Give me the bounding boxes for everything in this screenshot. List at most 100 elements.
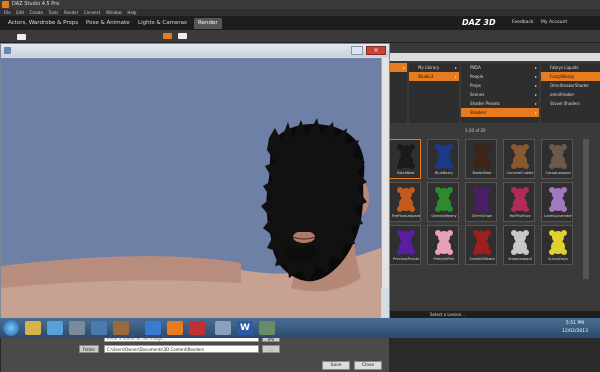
close-button[interactable]: Close [354, 361, 382, 370]
shader-tile-label: CaramelCuddle [506, 171, 534, 175]
list-item-omnifreaker[interactable]: omnifreaker [541, 90, 600, 99]
daz-taskbar-icon[interactable] [167, 321, 183, 335]
ie-icon[interactable] [145, 321, 161, 335]
list-item-pbda[interactable]: PBDA ▸ [461, 63, 539, 72]
list-item-people[interactable]: People ▸ [461, 72, 539, 81]
window-thumb-icon[interactable] [215, 321, 231, 335]
shader-tile-label: SunnyDays [548, 257, 568, 261]
library-scrollbar[interactable] [583, 139, 589, 279]
shader-tile[interactable]: GreenlyMeany [427, 182, 459, 222]
shader-tile[interactable]: CocoaLeopard [541, 139, 573, 179]
camera-icon[interactable] [17, 34, 26, 40]
word-icon[interactable]: W [237, 321, 253, 335]
list-item-shaders[interactable]: Shaders ▸ [461, 108, 539, 117]
menu-edit[interactable]: Edit [16, 10, 24, 15]
shader-tile[interactable]: BrownBear [465, 139, 497, 179]
tab-lights-cameras[interactable]: Lights & Cameras [134, 18, 191, 29]
tab-render[interactable]: Render [194, 18, 222, 29]
shader-tile[interactable]: CaramelCuddle [503, 139, 535, 179]
feedback-link[interactable]: Feedback [512, 16, 533, 29]
list-item-props[interactable]: Props ▸ [461, 81, 539, 90]
close-icon[interactable]: × [366, 46, 386, 55]
app-title-bar: DAZ Studio 4.5 Pro [0, 0, 600, 9]
teddy-bear-icon [511, 187, 529, 212]
shader-tile[interactable]: SunnyDays [541, 225, 573, 265]
render-icon[interactable] [163, 33, 172, 39]
teddy-bear-icon [397, 144, 415, 169]
list-item-studio3[interactable]: Studio3 ▸ [409, 72, 459, 81]
daz3d-logo: DAZ 3D [462, 18, 496, 27]
shader-tile-label: GreenlyMeany [431, 214, 457, 218]
library-column-2: My Library ▸ Studio3 ▸ [409, 63, 459, 123]
teddy-bear-icon [397, 187, 415, 212]
app-red-icon[interactable] [189, 321, 205, 335]
shader-tile[interactable]: BlueBeary [427, 139, 459, 179]
menu-window[interactable]: Window [106, 10, 122, 15]
shader-tile[interactable]: GrrrrrGrape [465, 182, 497, 222]
shader-tile[interactable]: PreciousPurple [389, 225, 421, 265]
menu-file[interactable]: File [4, 10, 11, 15]
render-image [1, 118, 381, 330]
tool-icon[interactable] [113, 321, 129, 335]
menu-create[interactable]: Create [30, 10, 43, 15]
menu-tools[interactable]: Tools [49, 10, 59, 15]
shader-tile-label: LovelyLavender [544, 214, 572, 218]
teddy-bear-icon [549, 187, 567, 212]
tab-actors-wardrobe-props[interactable]: Actors, Wardrobe & Props [4, 18, 82, 29]
folder-path-field[interactable]: C:\Users\Owner\Documents\3D Content\Rend… [104, 345, 259, 353]
save-options-pane: Name Enter a name for the image... jpg F… [1, 332, 389, 372]
render-window-title-bar: × [1, 44, 389, 57]
menu-bar: File Edit Create Tools Render Connect Wi… [0, 9, 600, 16]
library-column-4: Fabrys Liquids FuzzyWuzzy OmnifreakerSha… [541, 63, 600, 123]
teddy-bear-icon [473, 144, 491, 169]
teddy-bear-icon [435, 230, 453, 255]
minimize-icon[interactable] [351, 46, 363, 55]
teddy-bear-icon [435, 144, 453, 169]
list-item-my-library[interactable]: My Library ▸ [409, 63, 459, 72]
shader-tile-label: CocoaLeopard [545, 171, 571, 175]
shader-tile[interactable]: FireFlowLeopard [389, 182, 421, 222]
app-green-icon[interactable] [259, 321, 275, 335]
my-account-link[interactable]: My Account [541, 16, 567, 29]
daz-app-icon [2, 1, 9, 8]
shader-tile[interactable]: ScarletOBeara [465, 225, 497, 265]
list-item-shader-presets[interactable]: Shader Presets ▸ [461, 99, 539, 108]
shader-tile-label: SnowLeopard [508, 257, 532, 261]
clock-time: 5:51 PM [565, 321, 585, 326]
shader-tile-label: PreciousPurple [393, 257, 419, 261]
shader-tile-label: BrownBear [472, 171, 492, 175]
explorer-icon[interactable] [25, 321, 41, 335]
tab-pose-animate[interactable]: Pose & Animate [82, 18, 134, 29]
teddy-bear-icon [397, 230, 415, 255]
shader-tile[interactable]: SnowLeopard [503, 225, 535, 265]
viewport-scrollbar[interactable] [381, 58, 389, 288]
menu-help[interactable]: Help [127, 10, 136, 15]
list-item-scenes[interactable]: Scenes ▸ [461, 90, 539, 99]
lesson-select[interactable]: Select a Lesson... [430, 311, 500, 318]
list-item-omnifreaker-shader[interactable]: OmnifreakerShader [541, 81, 600, 90]
library-root-item[interactable]: ▸ [389, 63, 407, 72]
folder-dropdown[interactable]: Folder [79, 345, 99, 353]
shader-tile[interactable]: LovelyLavender [541, 182, 573, 222]
shader-tile[interactable]: HotPinkFuzz [503, 182, 535, 222]
browse-button[interactable]: ... [262, 345, 280, 353]
window-icon [4, 47, 11, 54]
list-item-stovel-shaders[interactable]: Stovel Shaders [541, 99, 600, 108]
library-column-3: PBDA ▸ People ▸ Props ▸ Scenes ▸ Shader Pres… [461, 63, 539, 123]
media-icon[interactable] [47, 321, 63, 335]
start-orb-icon[interactable] [3, 320, 19, 336]
library-search-bar[interactable] [389, 53, 600, 61]
app-icon[interactable] [69, 321, 85, 335]
save-button[interactable]: Save [322, 361, 350, 370]
checkmark-icon[interactable] [91, 321, 107, 335]
list-item-fuzzywuzzy[interactable]: FuzzyWuzzy [541, 72, 600, 81]
render-settings-icon[interactable] [178, 33, 187, 39]
shader-tile[interactable]: PrettyInPink [427, 225, 459, 265]
menu-connect[interactable]: Connect [84, 10, 101, 15]
list-item-fabrys-liquids[interactable]: Fabrys Liquids [541, 63, 600, 72]
render-viewport [1, 58, 381, 330]
content-library-pane: ▸ My Library ▸ Studio3 ▸ PBDA ▸ People ▸ Pro… [385, 43, 600, 318]
render-window: × Name Enter a name for the image... jpg [0, 43, 390, 372]
menu-render[interactable]: Render [64, 10, 78, 15]
shader-tile[interactable]: BlackBear [389, 139, 421, 179]
